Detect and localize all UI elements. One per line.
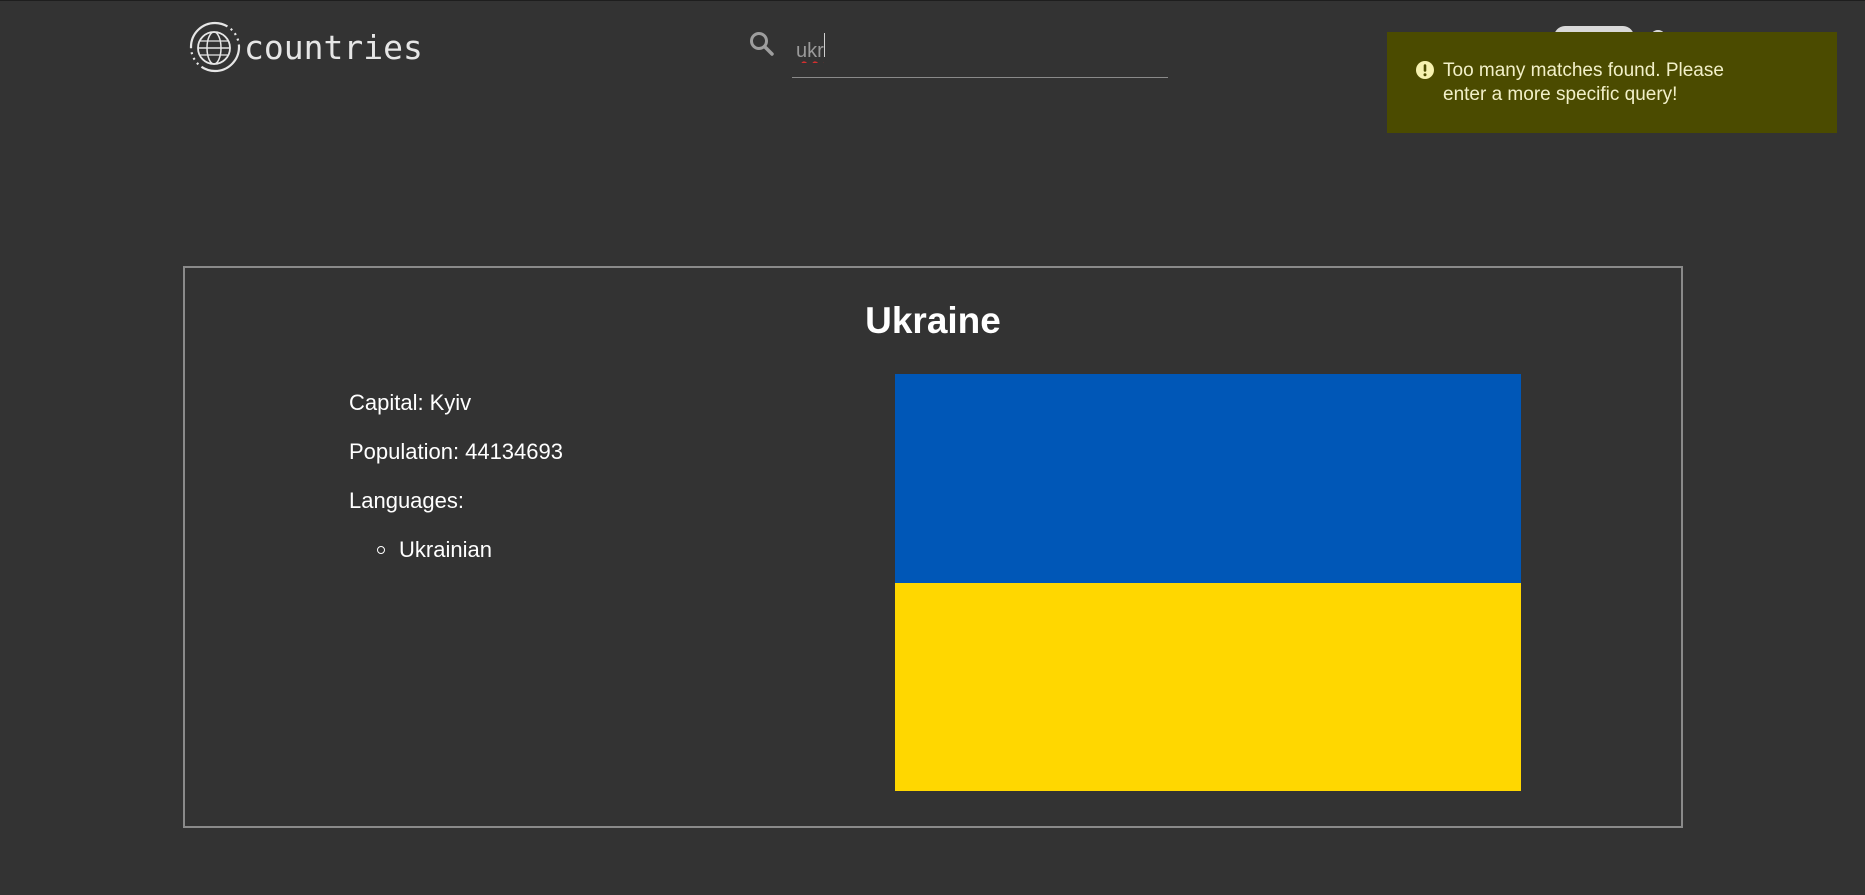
population-value: 44134693 — [465, 439, 563, 464]
country-card: Ukraine Capital: Kyiv Population: 441346… — [183, 266, 1683, 828]
globe-icon — [188, 20, 242, 74]
country-flag — [895, 374, 1521, 791]
country-name: Ukraine — [865, 300, 1001, 341]
app-logo[interactable]: countries — [188, 19, 423, 75]
languages-label: Languages: — [349, 488, 464, 513]
languages-row: Languages: — [349, 490, 563, 539]
notification-message: Too many matches found. Please enter a m… — [1443, 60, 1724, 105]
flag-blue-stripe — [895, 374, 1521, 583]
notification-toast[interactable]: Too many matches found. Please enter a m… — [1387, 32, 1837, 133]
text-cursor — [824, 33, 825, 57]
capital-value: Kyiv — [429, 390, 472, 415]
language-name: Ukrainian — [399, 537, 492, 562]
capital-row: Capital: Kyiv — [349, 392, 563, 441]
population-label: Population: — [349, 439, 460, 464]
population-row: Population: 44134693 — [349, 441, 563, 490]
flag-yellow-stripe — [895, 582, 1521, 791]
exclamation-circle-icon — [1415, 60, 1435, 80]
circle-bullet-icon — [377, 546, 385, 554]
capital-label: Capital: — [349, 390, 424, 415]
list-item: Ukrainian — [349, 539, 563, 579]
languages-list: Ukrainian — [349, 539, 563, 579]
country-info: Capital: Kyiv Population: 44134693 Langu… — [349, 392, 563, 579]
search-icon[interactable] — [748, 30, 776, 58]
search-input[interactable] — [792, 26, 1168, 78]
top-border — [0, 0, 1865, 1]
logo-text: countries — [244, 27, 423, 67]
